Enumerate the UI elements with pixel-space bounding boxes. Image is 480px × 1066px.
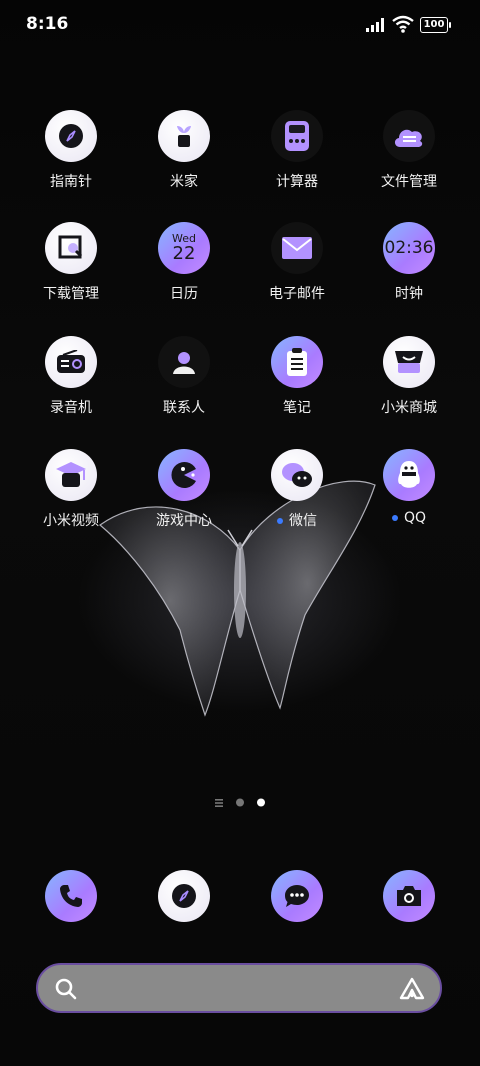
feed-page-lines-icon <box>215 799 223 807</box>
calculator-icon <box>271 110 323 162</box>
wifi-icon <box>392 15 414 33</box>
contact-person-icon <box>158 336 210 388</box>
app-label: 下载管理 <box>43 286 99 302</box>
camera-icon <box>383 870 435 922</box>
search-icon <box>55 978 77 1000</box>
assistant-icon[interactable] <box>398 976 426 1002</box>
plant-pot-icon <box>158 110 210 162</box>
app-download-manager[interactable]: 下载管理 <box>16 222 126 303</box>
signal-icon <box>366 18 384 32</box>
app-calculator[interactable]: 计算器 <box>242 110 352 191</box>
app-label: 笔记 <box>283 400 311 416</box>
app-contacts[interactable]: 联系人 <box>129 336 239 417</box>
app-wechat[interactable]: 微信 <box>242 449 352 530</box>
app-label: 指南针 <box>50 174 92 190</box>
app-label: 录音机 <box>50 400 92 416</box>
page-indicator[interactable] <box>210 796 270 810</box>
app-notes[interactable]: 笔记 <box>242 336 352 417</box>
calendar-day: Wed <box>172 231 196 245</box>
cloud-files-icon <box>383 110 435 162</box>
mail-icon <box>271 222 323 274</box>
search-bar[interactable] <box>36 963 442 1013</box>
app-calendar[interactable]: Wed 22 日历 <box>129 222 239 303</box>
app-qq[interactable]: QQ <box>354 449 464 526</box>
app-recorder[interactable]: 录音机 <box>16 336 126 417</box>
battery-indicator: 100 <box>420 17 451 33</box>
dock-messages[interactable] <box>242 870 352 922</box>
phone-icon <box>45 870 97 922</box>
page-dot-2-active <box>257 798 265 807</box>
app-label: 游戏中心 <box>156 513 212 529</box>
game-pacman-icon <box>158 449 210 501</box>
app-label: 电子邮件 <box>269 286 325 302</box>
shop-icon <box>383 336 435 388</box>
app-label: 小米视频 <box>43 513 99 529</box>
clock-icon: 02:36 <box>383 222 435 274</box>
app-label: 联系人 <box>163 400 205 416</box>
qq-penguin-icon <box>383 449 435 501</box>
status-bar: 8:16 100 <box>0 0 480 50</box>
dock-camera[interactable] <box>354 870 464 922</box>
calendar-date: 22 <box>172 242 196 264</box>
calendar-icon: Wed 22 <box>158 222 210 274</box>
radio-icon <box>45 336 97 388</box>
app-file-manager[interactable]: 文件管理 <box>354 110 464 191</box>
app-label: 日历 <box>170 286 198 302</box>
app-label: 米家 <box>170 174 198 190</box>
app-label: QQ <box>354 510 464 526</box>
app-label: 文件管理 <box>381 174 437 190</box>
dock-browser[interactable] <box>129 870 239 922</box>
app-mi-store[interactable]: 小米商城 <box>354 336 464 417</box>
app-label: 小米商城 <box>381 400 437 416</box>
download-magnifier-icon <box>45 222 97 274</box>
app-label: 计算器 <box>276 174 318 190</box>
clock-time: 02:36 <box>384 238 434 258</box>
chat-bubble-icon <box>271 870 323 922</box>
page-dot-1 <box>236 798 244 807</box>
app-label: 微信 <box>242 510 352 530</box>
app-label-text: QQ <box>403 510 427 526</box>
wechat-icon <box>271 449 323 501</box>
app-mi-video[interactable]: 小米视频 <box>16 449 126 530</box>
notification-dot <box>277 518 283 524</box>
status-time: 8:16 <box>26 14 69 34</box>
app-label-text: 微信 <box>289 513 317 529</box>
notification-dot <box>391 515 398 521</box>
dock-phone[interactable] <box>16 870 126 922</box>
video-cap-icon <box>45 449 97 501</box>
app-clock[interactable]: 02:36 时钟 <box>354 222 464 303</box>
app-label: 时钟 <box>395 286 423 302</box>
app-game-center[interactable]: 游戏中心 <box>129 449 239 530</box>
app-mijia[interactable]: 米家 <box>129 110 239 191</box>
app-email[interactable]: 电子邮件 <box>242 222 352 303</box>
compass-icon <box>45 110 97 162</box>
compass-icon <box>158 870 210 922</box>
notepad-icon <box>271 336 323 388</box>
app-compass[interactable]: 指南针 <box>16 110 126 191</box>
